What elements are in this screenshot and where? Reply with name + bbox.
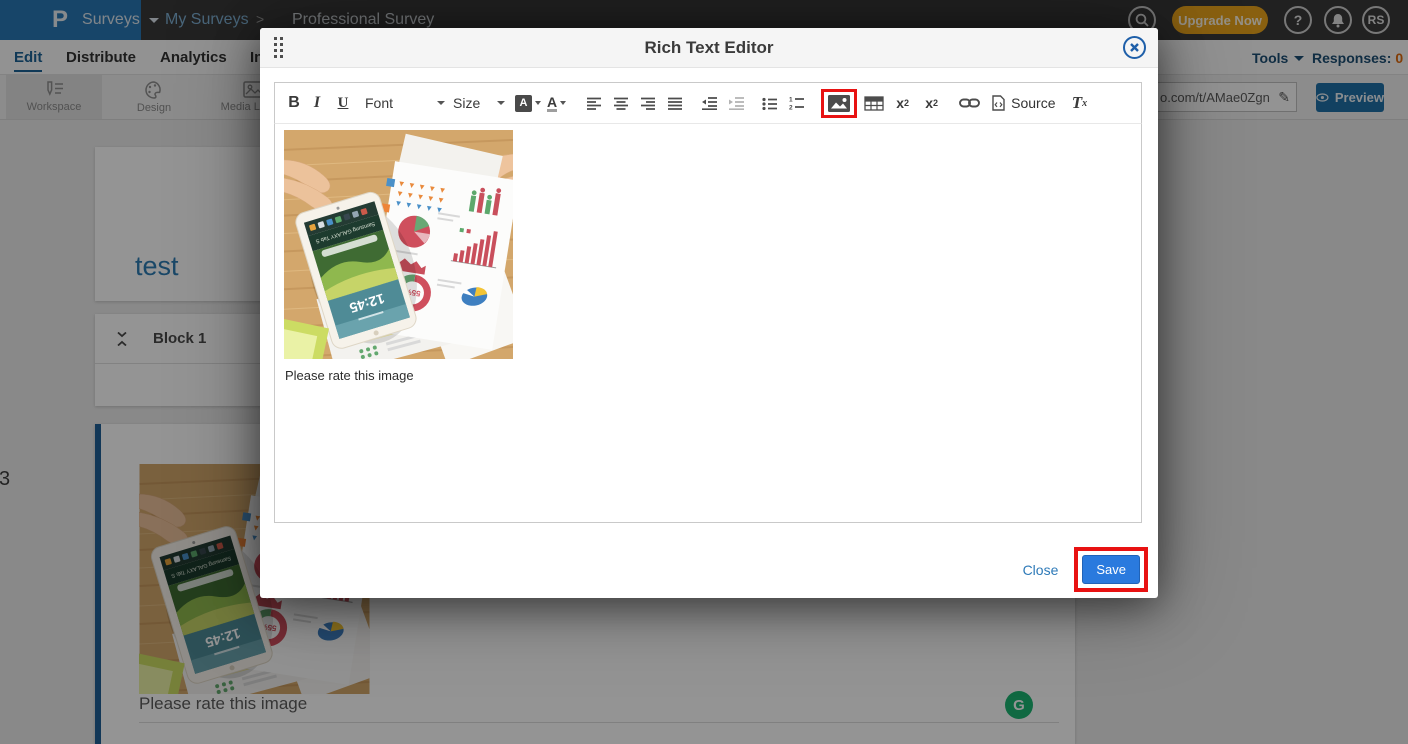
bulleted-list-button[interactable] — [758, 89, 782, 117]
text-color-button[interactable]: A — [547, 89, 566, 117]
subscript-button[interactable]: x2 — [890, 89, 915, 117]
superscript-button[interactable]: x2 — [919, 89, 944, 117]
rte-toolbar: B I U Font Size A A — [274, 82, 1142, 124]
font-dropdown-label: Font — [365, 95, 393, 111]
source-button[interactable]: Source — [992, 89, 1055, 117]
size-dropdown-label: Size — [453, 95, 480, 111]
insert-table-button[interactable] — [861, 89, 887, 117]
superscript-2: 2 — [933, 98, 938, 108]
link-icon — [959, 97, 980, 109]
superscript-x: x — [925, 95, 933, 111]
decrease-indent-icon — [701, 96, 717, 110]
source-label: Source — [1011, 95, 1055, 111]
text-color-icon: A — [547, 95, 557, 112]
svg-text:1: 1 — [789, 97, 793, 104]
rte-content-area[interactable]: Please rate this image — [274, 123, 1142, 523]
insert-image-icon — [828, 95, 850, 112]
source-icon — [992, 95, 1005, 111]
numbered-list-button[interactable]: 1 2 — [785, 89, 809, 117]
chevron-down-icon — [497, 101, 505, 105]
insert-image-button[interactable] — [828, 95, 850, 112]
align-left-button[interactable] — [582, 89, 606, 117]
decrease-indent-button[interactable] — [697, 89, 721, 117]
underline-button[interactable]: U — [331, 89, 355, 117]
subscript-2: 2 — [904, 98, 909, 108]
size-dropdown[interactable]: Size — [453, 89, 505, 117]
app-screen: P Surveys My Surveys > Professional Surv… — [0, 0, 1408, 744]
align-right-icon — [640, 97, 656, 110]
save-button[interactable]: Save — [1082, 555, 1140, 584]
rich-text-editor-dialog: Rich Text Editor B I U Font Size A — [260, 28, 1158, 598]
increase-indent-button[interactable] — [724, 89, 748, 117]
remove-format-button[interactable]: Tx — [1067, 89, 1091, 117]
justify-button[interactable] — [663, 89, 687, 117]
svg-text:2: 2 — [789, 105, 793, 111]
insert-link-button[interactable] — [956, 89, 982, 117]
dialog-header: Rich Text Editor — [260, 28, 1158, 68]
content-image[interactable] — [284, 130, 513, 359]
save-button-highlight: Save — [1074, 547, 1148, 592]
numbered-list-icon: 1 2 — [789, 96, 805, 110]
subscript-x: x — [896, 95, 904, 111]
increase-indent-icon — [728, 96, 744, 110]
content-text[interactable]: Please rate this image — [285, 368, 1132, 383]
align-center-button[interactable] — [609, 89, 633, 117]
close-dialog-button[interactable] — [1123, 36, 1146, 59]
bulleted-list-icon — [762, 97, 778, 110]
image-button-highlight — [821, 89, 857, 118]
remove-format-x: x — [1082, 98, 1087, 109]
dialog-footer: Close Save — [1023, 547, 1148, 592]
align-left-icon — [586, 97, 602, 110]
chevron-down-icon — [535, 101, 541, 105]
align-right-button[interactable] — [636, 89, 660, 117]
insert-table-icon — [864, 96, 884, 111]
remove-format-T: T — [1072, 93, 1082, 113]
italic-button[interactable]: I — [308, 89, 326, 117]
background-color-button[interactable]: A — [515, 89, 541, 117]
dialog-title: Rich Text Editor — [260, 38, 1158, 58]
background-color-icon: A — [515, 95, 532, 112]
chevron-down-icon — [560, 101, 566, 105]
close-link[interactable]: Close — [1023, 562, 1059, 578]
font-dropdown[interactable]: Font — [365, 89, 445, 117]
close-icon — [1130, 43, 1139, 52]
justify-icon — [667, 97, 683, 110]
chevron-down-icon — [437, 101, 445, 105]
align-center-icon — [613, 97, 629, 110]
bold-button[interactable]: B — [283, 89, 305, 117]
